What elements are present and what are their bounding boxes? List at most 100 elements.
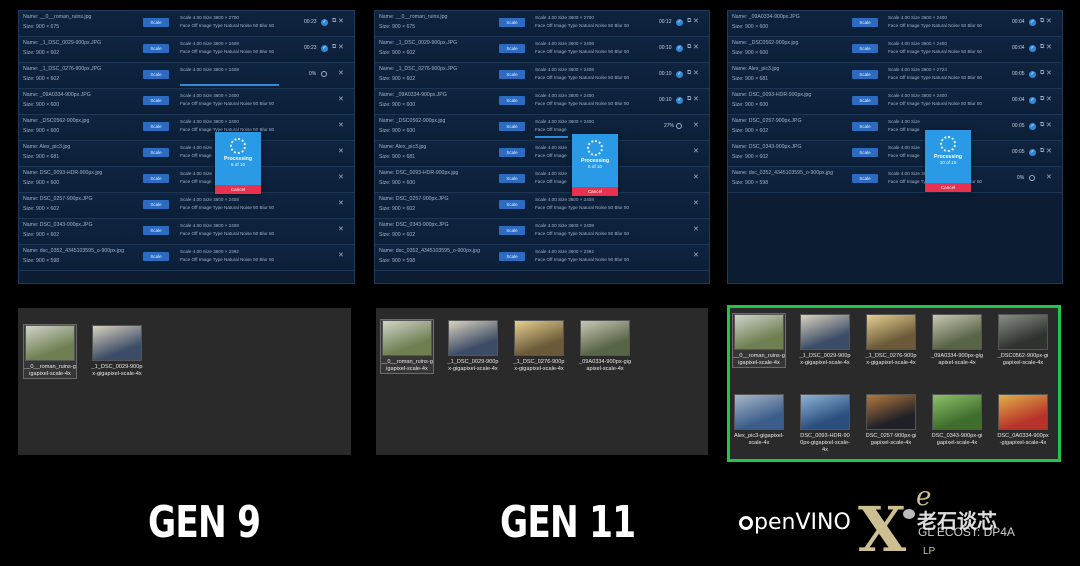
scale-button[interactable]: Scale: [143, 18, 169, 27]
file-thumbnail[interactable]: _1_DSC_0029-900px-gigapixel-scale-4x: [91, 325, 143, 378]
scale-button[interactable]: Scale: [499, 252, 525, 261]
queue-row[interactable]: Name: DSC_0343-900px.JPG Size: 900 × 602 S…: [375, 219, 709, 245]
scale-button[interactable]: Scale: [499, 18, 525, 27]
open-output-icon[interactable]: ⧉: [1040, 96, 1044, 103]
open-output-icon[interactable]: ⧉: [1040, 18, 1044, 25]
remove-icon[interactable]: ✕: [1046, 95, 1052, 103]
scale-button[interactable]: Scale: [143, 252, 169, 261]
file-thumbnail[interactable]: _DSC0562-900px-gigapixel-scale-4x: [997, 314, 1049, 367]
open-output-icon[interactable]: ⧉: [1040, 70, 1044, 77]
cancel-button[interactable]: Cancel: [572, 187, 618, 196]
file-thumbnail[interactable]: _09A0334-900px-gigapixel-scale-4x: [931, 314, 983, 367]
open-output-icon[interactable]: ⧉: [1040, 44, 1044, 51]
queue-row[interactable]: Name: _1_DSC_0276-900px.JPG Size: 900 × 6…: [375, 63, 709, 89]
queue-row[interactable]: Name: DSC_0093-HDR-900px.jpg Size: 900 × …: [375, 167, 709, 193]
scale-button[interactable]: Scale: [852, 96, 878, 105]
scale-button[interactable]: Scale: [499, 200, 525, 209]
file-thumbnail[interactable]: _1_DSC_0029-900px-gigapixel-scale-4x: [799, 314, 851, 367]
open-output-icon[interactable]: ⧉: [687, 96, 691, 103]
scale-button[interactable]: Scale: [852, 44, 878, 53]
queue-row[interactable]: Name: __0__roman_ruins.jpg Size: 900 × 67…: [375, 11, 709, 37]
remove-icon[interactable]: ✕: [1046, 173, 1052, 181]
scale-button[interactable]: Scale: [499, 122, 525, 131]
cancel-button[interactable]: Cancel: [925, 183, 971, 192]
file-thumbnail[interactable]: _1_DSC_0276-900px-gigapixel-scale-4x: [513, 320, 565, 373]
scale-button[interactable]: Scale: [143, 148, 169, 157]
cancel-button[interactable]: Cancel: [215, 185, 261, 194]
remove-icon[interactable]: ✕: [338, 225, 344, 233]
queue-row[interactable]: Name: DSC_0257-900px.JPG Size: 900 × 602 S…: [728, 115, 1062, 141]
queue-row[interactable]: Name: _1_DSC_0276-900px.JPG Size: 900 × 6…: [19, 63, 354, 89]
remove-icon[interactable]: ✕: [693, 147, 699, 155]
remove-icon[interactable]: ✕: [1046, 17, 1052, 25]
remove-icon[interactable]: ✕: [338, 95, 344, 103]
open-output-icon[interactable]: ⧉: [1040, 122, 1044, 129]
file-thumbnail[interactable]: DSC_0A0334-900px-gigapixel-scale-4x: [997, 394, 1049, 447]
queue-row[interactable]: Name: DSC_0257-900px.JPG Size: 900 × 602 S…: [375, 193, 709, 219]
remove-icon[interactable]: ✕: [338, 251, 344, 259]
remove-icon[interactable]: ✕: [338, 173, 344, 181]
open-output-icon[interactable]: ⧉: [332, 18, 336, 25]
file-thumbnail[interactable]: DSC_0343-900px-gigapixel-scale-4x: [931, 394, 983, 447]
scale-button[interactable]: Scale: [852, 148, 878, 157]
open-output-icon[interactable]: ⧉: [332, 44, 336, 51]
queue-row[interactable]: Name: _09A0334-900px.JPG Size: 900 × 600 S…: [728, 11, 1062, 37]
scale-button[interactable]: Scale: [499, 174, 525, 183]
queue-row[interactable]: Name: _DSC0562-900px.jpg Size: 900 × 600 S…: [728, 37, 1062, 63]
file-thumbnail[interactable]: Alex_pic3-gigapixel-scale-4x: [733, 394, 785, 447]
open-output-icon[interactable]: ⧉: [687, 18, 691, 25]
scale-button[interactable]: Scale: [852, 122, 878, 131]
scale-button[interactable]: Scale: [143, 226, 169, 235]
file-thumbnail[interactable]: DSC_0257-900px-gigapixel-scale-4x: [865, 394, 917, 447]
scale-button[interactable]: Scale: [499, 148, 525, 157]
file-thumbnail[interactable]: _1_DSC_0276-900px-gigapixel-scale-4x: [865, 314, 917, 367]
remove-icon[interactable]: ✕: [693, 251, 699, 259]
remove-icon[interactable]: ✕: [693, 199, 699, 207]
queue-row[interactable]: Name: Alex_pic3.jpg Size: 900 × 681 Scale S…: [19, 141, 354, 167]
queue-row[interactable]: Name: dsc_0352_4345103595_o-900px.jpg Siz…: [728, 167, 1062, 193]
remove-icon[interactable]: ✕: [693, 173, 699, 181]
remove-icon[interactable]: ✕: [693, 43, 699, 51]
queue-row[interactable]: Name: Alex_pic3.jpg Size: 900 × 681 Scale S…: [728, 63, 1062, 89]
queue-row[interactable]: Name: __0__roman_ruins.jpg Size: 900 × 67…: [19, 11, 354, 37]
queue-row[interactable]: Name: _1_DSC_0029-900px.JPG Size: 900 × 6…: [375, 37, 709, 63]
file-thumbnail[interactable]: __0__roman_ruins-gigapixel-scale-4x: [380, 319, 434, 374]
file-thumbnail[interactable]: __0__roman_ruins-gigapixel-scale-4x: [23, 324, 77, 379]
queue-row[interactable]: Name: DSC_0343-900px.JPG Size: 900 × 602 S…: [19, 219, 354, 245]
queue-row[interactable]: Name: DSC_0093-HDR-900px.jpg Size: 900 × …: [19, 167, 354, 193]
remove-icon[interactable]: ✕: [338, 69, 344, 77]
file-thumbnail[interactable]: __0__roman_ruins-gigapixel-scale-4x: [732, 313, 786, 368]
scale-button[interactable]: Scale: [499, 96, 525, 105]
file-thumbnail[interactable]: _1_DSC_0029-900px-gigapixel-scale-4x: [447, 320, 499, 373]
remove-icon[interactable]: ✕: [693, 121, 699, 129]
scale-button[interactable]: Scale: [143, 96, 169, 105]
remove-icon[interactable]: ✕: [338, 121, 344, 129]
remove-icon[interactable]: ✕: [693, 17, 699, 25]
queue-row[interactable]: Name: dsc_0352_4345103595_o-900px.jpg Siz…: [375, 245, 709, 271]
open-output-icon[interactable]: ⧉: [687, 70, 691, 77]
queue-row[interactable]: Name: DSC_0343-900px.JPG Size: 900 × 602 S…: [728, 141, 1062, 167]
queue-row[interactable]: Name: dsc_0352_4345103595_o-900px.jpg Siz…: [19, 245, 354, 271]
queue-row[interactable]: Name: _09A0334-900px.JPG Size: 900 × 600 S…: [375, 89, 709, 115]
remove-icon[interactable]: ✕: [693, 225, 699, 233]
queue-row[interactable]: Name: DSC_0093-HDR-900px.jpg Size: 900 × …: [728, 89, 1062, 115]
scale-button[interactable]: Scale: [852, 174, 878, 183]
queue-row[interactable]: Name: Alex_pic3.jpg Size: 900 × 681 Scale S…: [375, 141, 709, 167]
remove-icon[interactable]: ✕: [338, 43, 344, 51]
file-thumbnail[interactable]: DSC_0093-HDR-900px-gigapixel-scale-4x: [799, 394, 851, 454]
remove-icon[interactable]: ✕: [693, 69, 699, 77]
remove-icon[interactable]: ✕: [338, 147, 344, 155]
file-thumbnail[interactable]: _09A0334-900px-gigapixel-scale-4x: [579, 320, 631, 373]
scale-button[interactable]: Scale: [499, 44, 525, 53]
open-output-icon[interactable]: ⧉: [1040, 148, 1044, 155]
queue-row[interactable]: Name: DSC_0257-900px.JPG Size: 900 × 602 S…: [19, 193, 354, 219]
scale-button[interactable]: Scale: [143, 44, 169, 53]
scale-button[interactable]: Scale: [499, 226, 525, 235]
scale-button[interactable]: Scale: [143, 122, 169, 131]
open-output-icon[interactable]: ⧉: [687, 44, 691, 51]
remove-icon[interactable]: ✕: [1046, 121, 1052, 129]
queue-row[interactable]: Name: _09A0334-900px.JPG Size: 900 × 600 S…: [19, 89, 354, 115]
remove-icon[interactable]: ✕: [338, 17, 344, 25]
queue-row[interactable]: Name: _DSC0562-900px.jpg Size: 900 × 600 S…: [375, 115, 709, 141]
scale-button[interactable]: Scale: [143, 70, 169, 79]
